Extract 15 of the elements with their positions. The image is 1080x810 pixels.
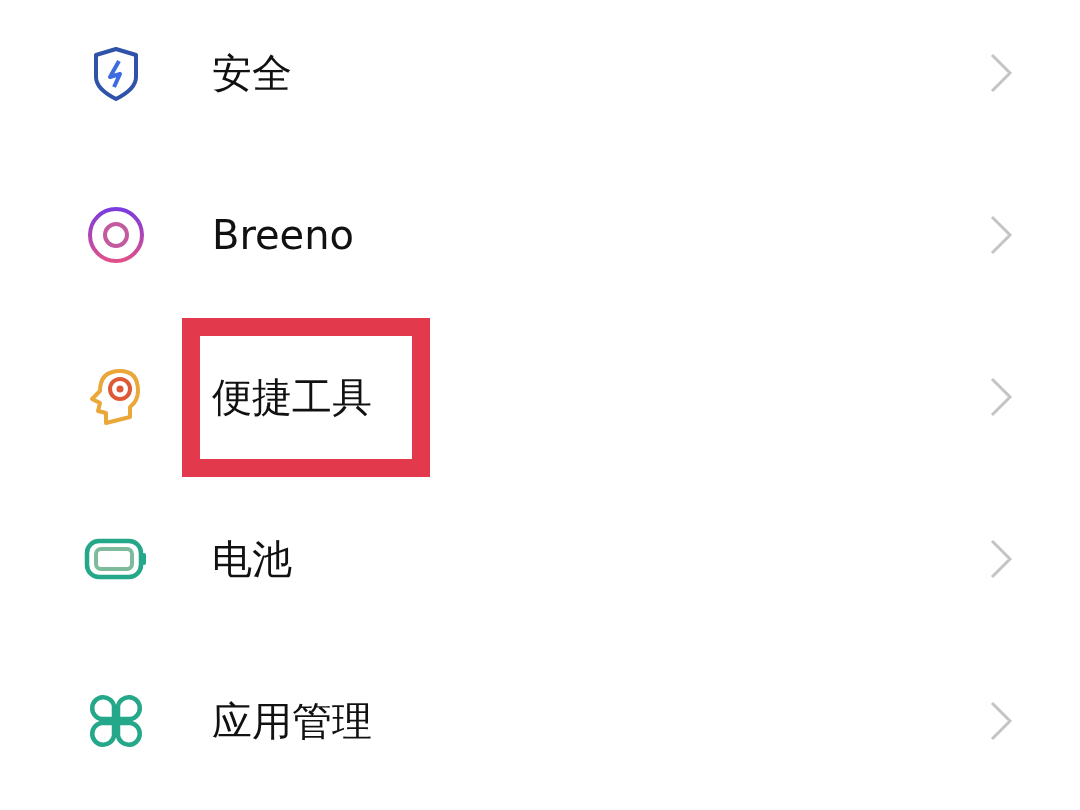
- item-label: 安全: [212, 48, 293, 98]
- settings-item[interactable]: 便捷工具: [0, 316, 1080, 478]
- chevron-right-icon: [988, 700, 1014, 742]
- item-label: 应用管理: [212, 696, 373, 746]
- highlighted-label: 便捷工具: [182, 317, 430, 477]
- settings-item[interactable]: 电池: [0, 478, 1080, 640]
- item-label: Breeno: [212, 212, 356, 258]
- settings-item[interactable]: 应用管理: [0, 640, 1080, 802]
- chevron-right-icon: [988, 376, 1014, 418]
- settings-item[interactable]: 安全: [0, 0, 1080, 154]
- settings-item[interactable]: Breeno: [0, 154, 1080, 316]
- chevron-right-icon: [988, 214, 1014, 256]
- item-label: 电池: [212, 534, 293, 584]
- chevron-right-icon: [988, 538, 1014, 580]
- chevron-right-icon: [988, 52, 1014, 94]
